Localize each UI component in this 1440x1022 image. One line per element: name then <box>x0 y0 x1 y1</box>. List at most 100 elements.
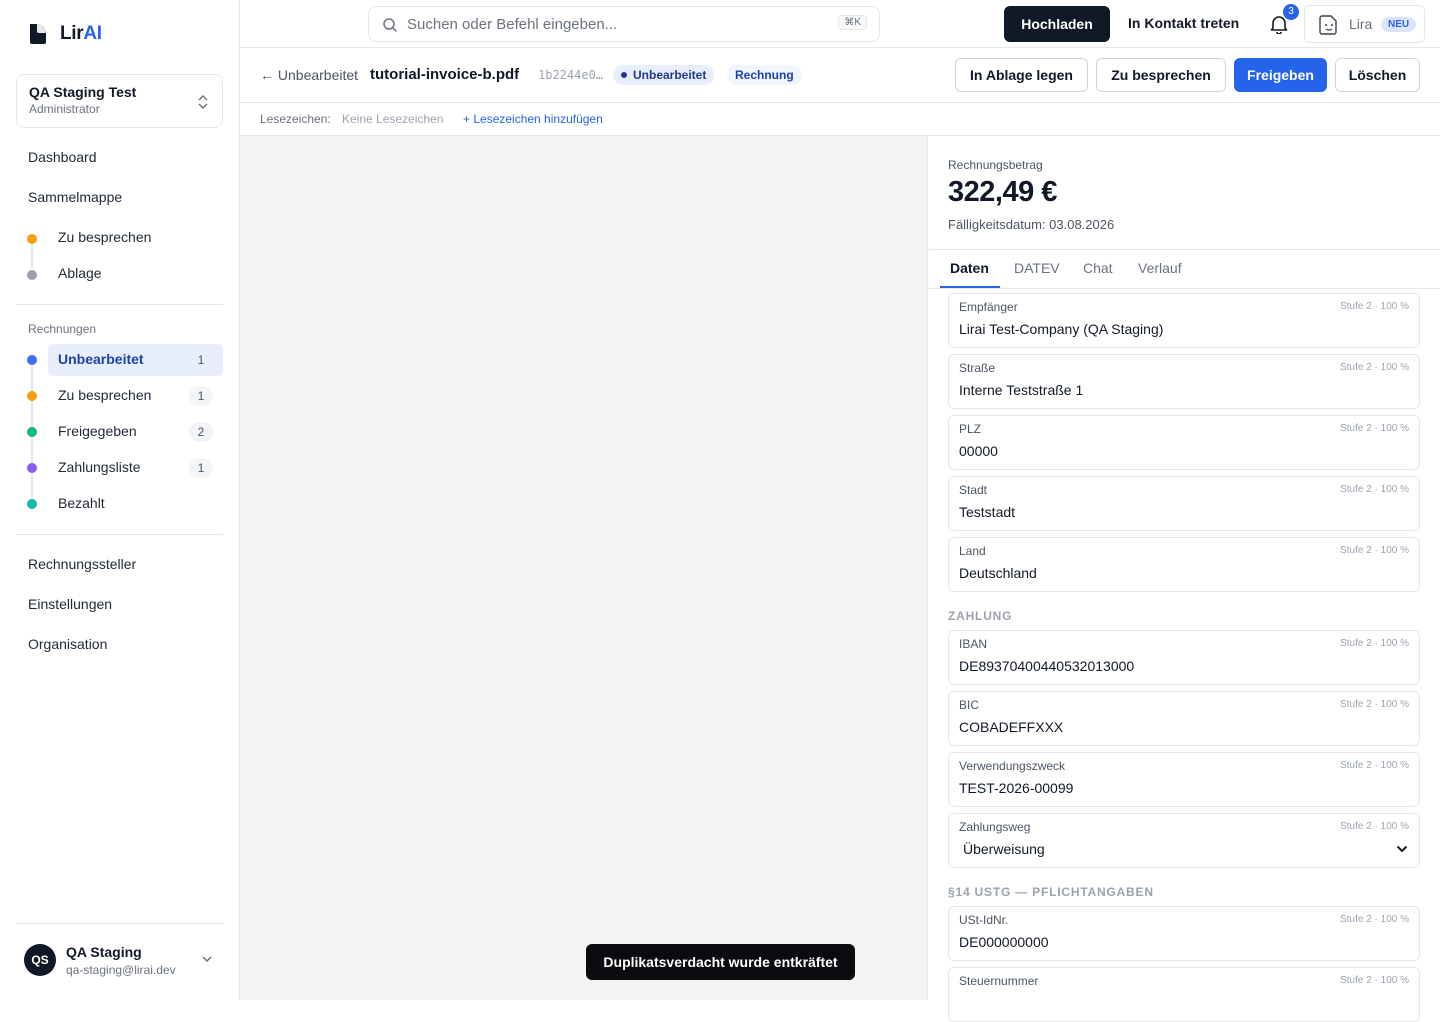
add-bookmark-link[interactable]: + Lesezeichen hinzufügen <box>463 112 603 126</box>
confidence-label: Stufe 2 · 100 % <box>1340 638 1409 649</box>
field-value: TEST-2026-00099 <box>959 780 1074 796</box>
user-name: QA Staging <box>66 944 142 960</box>
confidence-label: Stufe 2 · 100 % <box>1340 975 1409 986</box>
document-header: ← Unbearbeitet tutorial-invoice-b.pdf 1b… <box>240 48 1440 103</box>
new-badge: NEU <box>1381 17 1417 32</box>
assistant-label: Lira <box>1349 16 1373 32</box>
top-bar: Suchen oder Befehl eingeben... ⌘K Hochla… <box>240 0 1440 48</box>
confidence-label: Stufe 2 · 100 % <box>1340 821 1409 832</box>
organization-switcher[interactable]: QA Staging Test Administrator <box>16 74 223 128</box>
sidebar-item-collection-archive[interactable]: Ablage <box>58 265 102 281</box>
field-label: PLZ <box>959 422 982 436</box>
app-name: LirAI <box>60 23 102 44</box>
org-role: Administrator <box>29 102 100 116</box>
search-icon <box>383 18 398 33</box>
upload-button[interactable]: Hochladen <box>1004 6 1110 42</box>
discuss-button[interactable]: Zu besprechen <box>1096 58 1226 92</box>
chevron-down-icon <box>202 956 212 963</box>
count-badge: 2 <box>189 422 213 442</box>
field-value: 00000 <box>959 443 998 459</box>
field-label: Land <box>959 544 986 558</box>
count-badge: 1 <box>189 386 213 406</box>
sidebar-item-collection[interactable]: Sammelmappe <box>28 189 122 205</box>
app-logo[interactable]: LirAI <box>26 22 102 46</box>
status-dot-purple <box>27 463 37 473</box>
status-dot-gray <box>27 270 37 280</box>
back-link[interactable]: ← Unbearbeitet <box>260 67 358 83</box>
user-email: qa-staging@lirai.dev <box>66 963 176 977</box>
confidence-label: Stufe 2 · 100 % <box>1340 301 1409 312</box>
invoice-amount: 322,49 € <box>948 176 1057 208</box>
field-street[interactable]: Straße Stufe 2 · 100 % Interne Teststraß… <box>948 354 1420 409</box>
sidebar-item-collection-discuss[interactable]: Zu besprechen <box>58 229 151 245</box>
document-hash[interactable]: 1b2244e0… <box>538 68 603 82</box>
avatar: QS <box>24 944 56 976</box>
field-label: Stadt <box>959 483 988 497</box>
field-value: DE89370400440532013000 <box>959 658 1135 674</box>
field-label: Zahlungsweg <box>959 820 1031 834</box>
field-vat-id[interactable]: USt-IdNr. Stufe 2 · 100 % DE000000000 <box>948 906 1420 961</box>
field-reference[interactable]: Verwendungszweck Stufe 2 · 100 % TEST-20… <box>948 752 1420 807</box>
assistant-button[interactable]: Lira NEU <box>1304 5 1425 43</box>
field-value: Deutschland <box>959 565 1037 581</box>
field-payment-method-select[interactable]: Zahlungsweg Stufe 2 · 100 % Überweisung <box>948 813 1420 868</box>
chevron-up-down-icon <box>198 94 208 110</box>
tab-datev[interactable]: DATEV <box>1014 260 1060 276</box>
confidence-label: Stufe 2 · 100 % <box>1340 699 1409 710</box>
sidebar-item-to-discuss[interactable]: Zu besprechen <box>58 387 151 403</box>
sidebar-item-unprocessed[interactable]: Unbearbeitet <box>58 351 144 367</box>
bookmarks-label: Lesezeichen: <box>260 112 331 126</box>
field-bic[interactable]: BIC Stufe 2 · 100 % COBADEFFXXX <box>948 691 1420 746</box>
sidebar: LirAI QA Staging Test Administrator Dash… <box>0 0 240 1000</box>
sidebar-item-dashboard[interactable]: Dashboard <box>28 149 97 165</box>
field-zip[interactable]: PLZ Stufe 2 · 100 % 00000 <box>948 415 1420 470</box>
document-viewer[interactable] <box>240 136 928 1000</box>
field-label: USt-IdNr. <box>959 913 1009 927</box>
section-heading-tax: §14 USTG — PFLICHTANGABEN <box>948 885 1154 899</box>
tab-history[interactable]: Verlauf <box>1138 260 1182 276</box>
search-placeholder: Suchen oder Befehl eingeben... <box>407 16 618 33</box>
section-label-invoices: Rechnungen <box>28 322 97 336</box>
due-date: Fälligkeitsdatum: 03.08.2026 <box>948 217 1115 232</box>
archive-button[interactable]: In Ablage legen <box>955 58 1088 92</box>
divider <box>16 534 223 535</box>
field-value: DE000000000 <box>959 934 1049 950</box>
confidence-label: Stufe 2 · 100 % <box>1340 362 1409 373</box>
confidence-label: Stufe 2 · 100 % <box>1340 545 1409 556</box>
field-iban[interactable]: IBAN Stufe 2 · 100 % DE89370400440532013… <box>948 630 1420 685</box>
user-menu[interactable]: QS QA Staging qa-staging@lirai.dev <box>16 923 223 1000</box>
sidebar-item-organization[interactable]: Organisation <box>28 636 107 652</box>
tab-data[interactable]: Daten <box>950 260 989 276</box>
status-dot-green <box>27 427 37 437</box>
field-tax-number[interactable]: Steuernummer Stufe 2 · 100 % <box>948 967 1420 1022</box>
status-badge: Unbearbeitet <box>613 65 715 85</box>
divider <box>16 304 223 305</box>
sidebar-item-suppliers[interactable]: Rechnungssteller <box>28 556 136 572</box>
field-recipient[interactable]: Empfänger Stufe 2 · 100 % Lirai Test-Com… <box>948 293 1420 348</box>
field-value: COBADEFFXXX <box>959 719 1064 735</box>
sidebar-item-settings[interactable]: Einstellungen <box>28 596 112 612</box>
chevron-down-icon <box>1396 845 1408 853</box>
confidence-label: Stufe 2 · 100 % <box>1340 760 1409 771</box>
tree-line <box>31 243 33 269</box>
sidebar-item-approved[interactable]: Freigegeben <box>58 423 137 439</box>
approve-button[interactable]: Freigeben <box>1234 58 1327 92</box>
toast-notification: Duplikatsverdacht wurde entkräftet <box>586 944 855 980</box>
field-value: Lirai Test-Company (QA Staging) <box>959 321 1164 337</box>
status-dot-teal <box>27 499 37 509</box>
sidebar-item-paid[interactable]: Bezahlt <box>58 495 105 511</box>
search-input[interactable]: Suchen oder Befehl eingeben... ⌘K <box>368 6 880 42</box>
field-label: Verwendungszweck <box>959 759 1066 773</box>
tab-chat[interactable]: Chat <box>1083 260 1113 276</box>
delete-button[interactable]: Löschen <box>1335 58 1420 92</box>
contact-button[interactable]: In Kontakt treten <box>1128 15 1239 31</box>
field-value: Interne Teststraße 1 <box>959 382 1084 398</box>
field-label: Steuernummer <box>959 974 1039 988</box>
assistant-icon <box>1319 15 1337 35</box>
field-city[interactable]: Stadt Stufe 2 · 100 % Teststadt <box>948 476 1420 531</box>
sidebar-item-payment-list[interactable]: Zahlungsliste <box>58 459 141 475</box>
count-badge: 1 <box>189 458 213 478</box>
field-label: Empfänger <box>959 300 1018 314</box>
field-country[interactable]: Land Stufe 2 · 100 % Deutschland <box>948 537 1420 592</box>
type-badge: Rechnung <box>727 65 802 85</box>
